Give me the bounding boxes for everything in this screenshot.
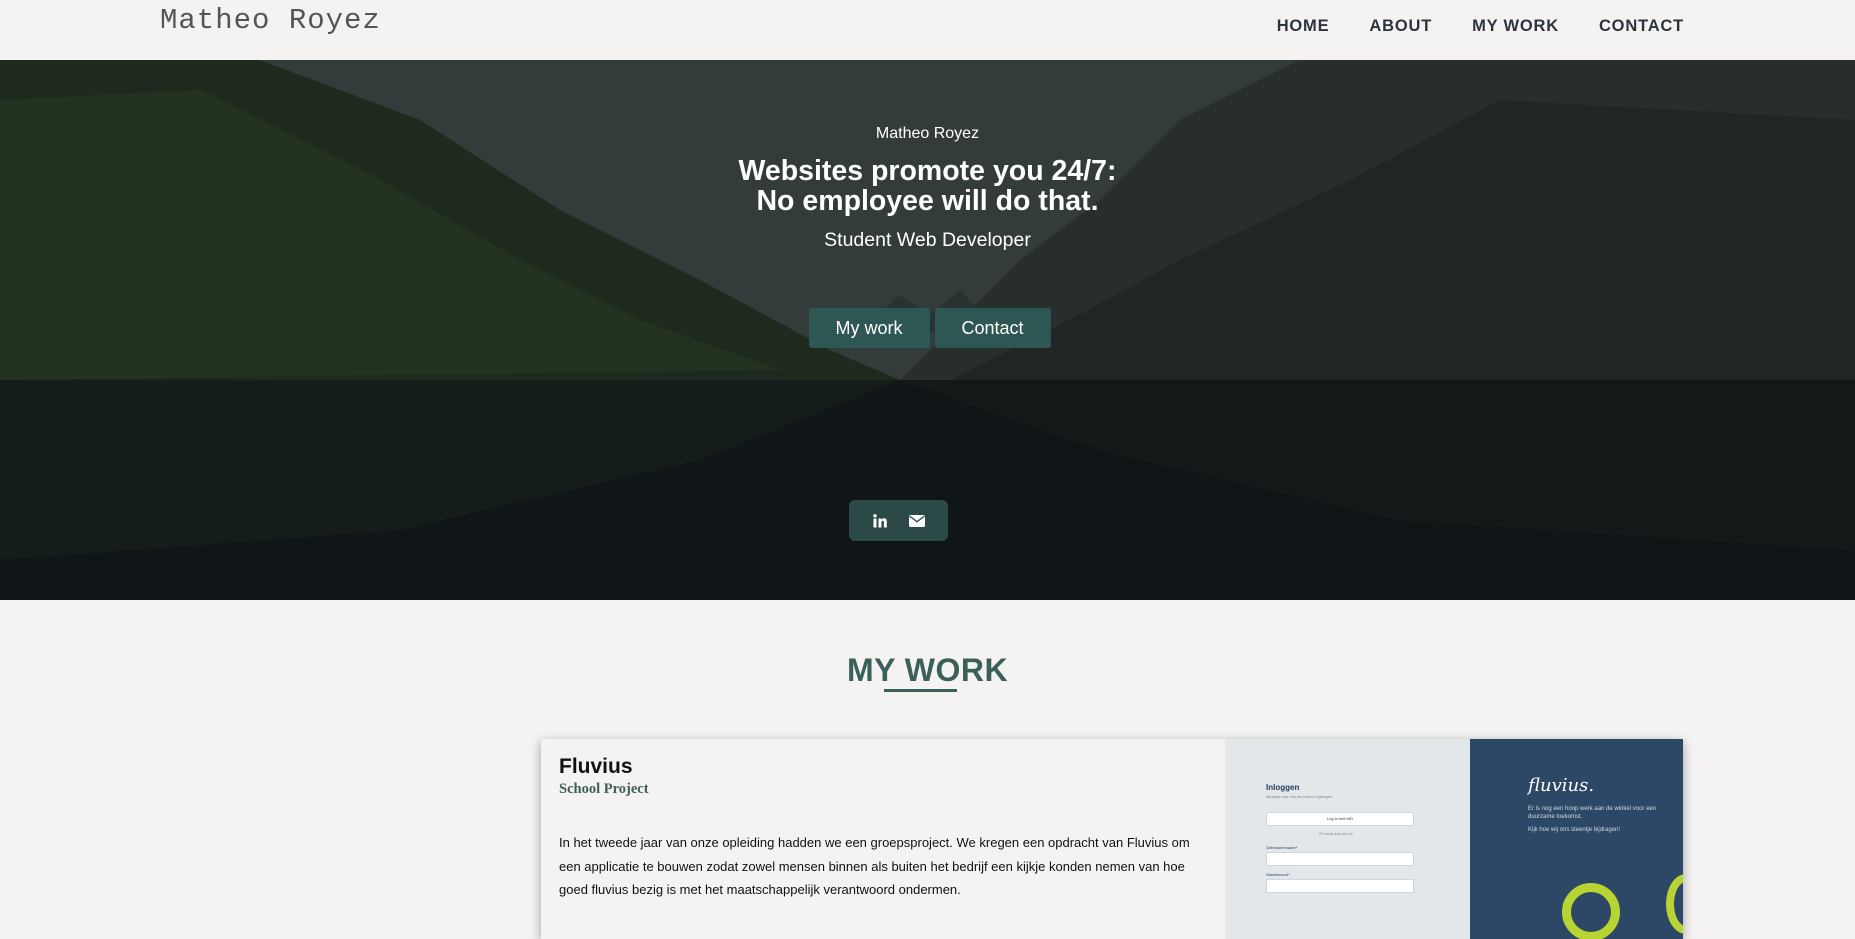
preview-login-panel: Inloggen Bijdrage van ons duurzame bijdr… <box>1225 739 1470 939</box>
preview-login-title: Inloggen <box>1266 783 1300 792</box>
project-title: Fluvius <box>559 755 633 778</box>
contact-button[interactable]: Contact <box>934 308 1051 348</box>
hero-buttons: My work Contact <box>0 308 1855 348</box>
email-icon[interactable] <box>908 512 926 530</box>
navbar: Matheo Royez HOME ABOUT MY WORK CONTACT <box>0 0 1855 60</box>
preview-login-button: Log in met eID <box>1266 812 1414 826</box>
nav-links: HOME ABOUT MY WORK CONTACT <box>1277 17 1684 36</box>
hero-title-line-1: Websites promote you 24/7: <box>738 155 1117 187</box>
preview-ring-shape-2 <box>1666 874 1683 934</box>
brand-logo[interactable]: Matheo Royez <box>160 4 381 37</box>
preview-username-label: Gebruikersnaam* <box>1266 845 1298 850</box>
nav-link-home[interactable]: HOME <box>1277 17 1330 36</box>
hero-title: Websites promote you 24/7: No employee w… <box>0 156 1855 216</box>
nav-link-my-work[interactable]: MY WORK <box>1472 17 1559 36</box>
project-tag: School Project <box>559 781 649 797</box>
preview-password-field <box>1266 879 1414 893</box>
my-work-button[interactable]: My work <box>808 308 930 348</box>
linkedin-icon[interactable] <box>871 512 889 530</box>
nav-link-about[interactable]: ABOUT <box>1369 17 1432 36</box>
hero-section: Matheo Royez Websites promote you 24/7: … <box>0 60 1855 600</box>
title-underline <box>884 689 957 692</box>
social-links <box>849 500 948 541</box>
preview-username-field <box>1266 852 1414 866</box>
preview-brand-panel: fluvius. Er is nog een hoop werk aan de … <box>1470 739 1683 939</box>
my-work-title: MY WORK <box>846 652 1009 688</box>
project-description: In het tweede jaar van onze opleiding ha… <box>559 835 1190 897</box>
preview-ring-shape <box>1562 883 1620 939</box>
hero-subtitle: Student Web Developer <box>824 229 1031 251</box>
preview-login-subtitle: Bijdrage van ons duurzame bijdragen <box>1266 794 1333 799</box>
preview-brand-text-1: Er is nog een hoop werk aan de winkel vo… <box>1528 806 1657 820</box>
nav-link-contact[interactable]: CONTACT <box>1599 17 1684 36</box>
project-preview-image[interactable]: Inloggen Bijdrage van ons duurzame bijdr… <box>1225 739 1683 939</box>
preview-or-text: Of meld aan met je <box>1319 831 1353 836</box>
hero-name: Matheo Royez <box>875 125 980 142</box>
preview-brand-text-2: Kijk hoe wij ons steentje bijdragen! <box>1528 827 1621 833</box>
project-card: Fluvius School Project In het tweede jaa… <box>541 739 1683 939</box>
hero-title-line-2: No employee will do that. <box>756 185 1099 217</box>
preview-password-label: Wachtwoord* <box>1266 872 1290 877</box>
project-card-text: Fluvius School Project In het tweede jaa… <box>559 755 1209 902</box>
preview-fluvius-logo: fluvius. <box>1528 775 1595 796</box>
